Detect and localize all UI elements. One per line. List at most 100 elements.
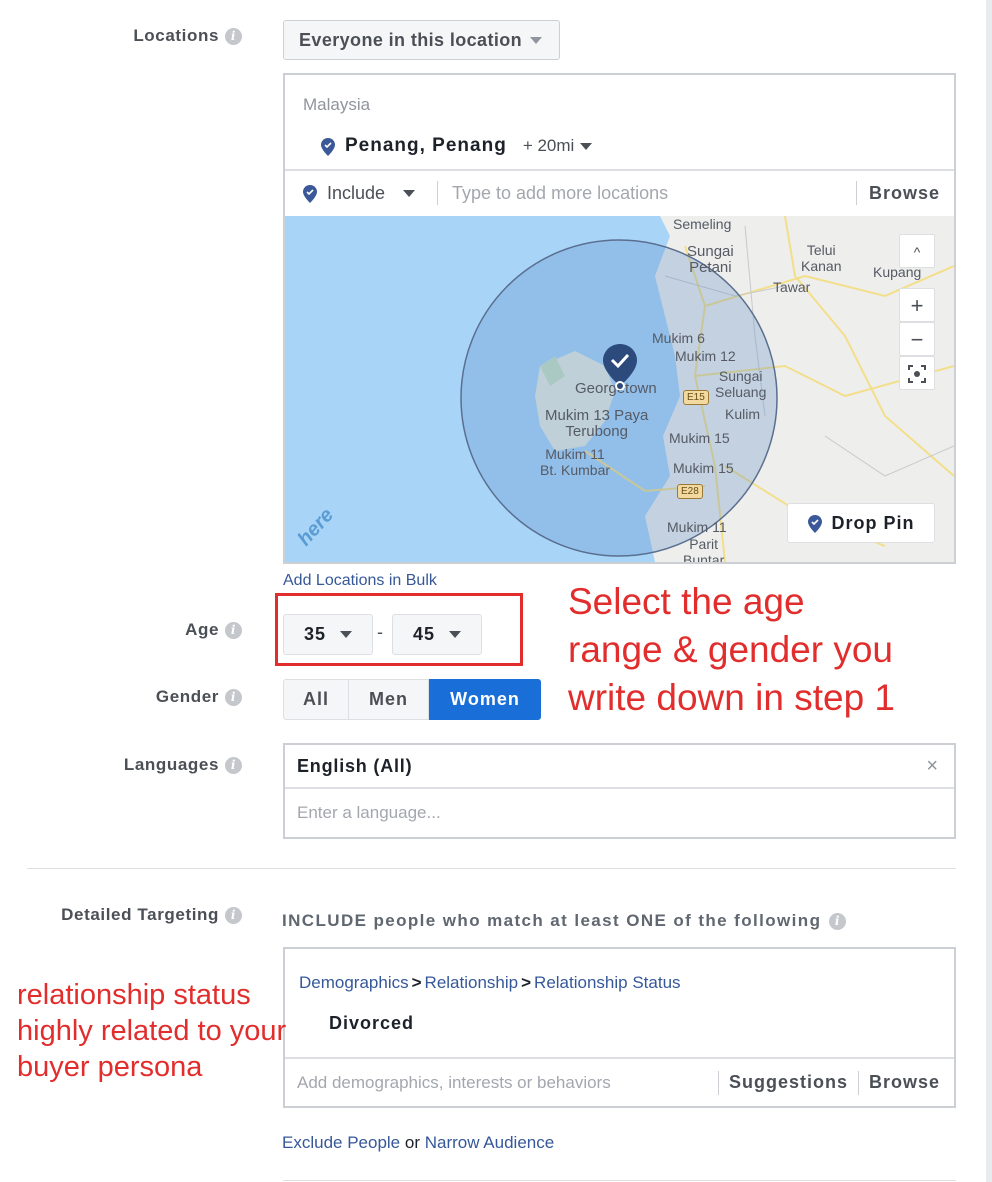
include-mode-value: Include (327, 182, 386, 203)
road-shield: E15 (683, 390, 709, 405)
include-heading-text: INCLUDE people who match at least ONE of… (282, 911, 822, 930)
location-pin-icon (303, 184, 317, 203)
exclude-narrow-links: Exclude People or Narrow Audience (282, 1133, 554, 1153)
chevron-down-icon (580, 142, 593, 150)
breadcrumb-item[interactable]: Demographics (299, 973, 409, 992)
map-label: Semeling (673, 216, 732, 232)
age-label-text: Age (185, 620, 219, 639)
gender-label: Gender i (156, 687, 242, 707)
targeting-search-input[interactable] (285, 1072, 718, 1093)
map-label: Telui Kanan (801, 242, 842, 274)
detailed-targeting-label: Detailed Targeting i (61, 905, 242, 925)
map-label: Mukim 15 (669, 430, 730, 446)
location-pin-icon (807, 514, 822, 533)
map-marker-icon[interactable] (603, 344, 637, 390)
annotation-age-gender: Select the age range & gender you write … (568, 578, 895, 722)
map-label: Mukim 6 (652, 330, 705, 346)
zoom-out-button[interactable]: − (899, 322, 935, 356)
close-icon[interactable]: × (926, 755, 938, 778)
drop-pin-label: Drop Pin (831, 512, 915, 533)
language-name: English (All) (297, 755, 413, 776)
map-label: Tawar (773, 279, 811, 295)
suggestions-button[interactable]: Suggestions (719, 1072, 858, 1093)
detailed-targeting-box: Demographics > Relationship > Relationship S… (283, 947, 956, 1108)
map-label: Sungai Seluang (715, 368, 767, 400)
annotation-highlight-box (275, 593, 523, 666)
or-text: or (404, 1133, 420, 1152)
location-name: Penang, Penang (345, 135, 507, 156)
languages-label: Languages i (124, 755, 242, 775)
info-icon[interactable]: i (225, 688, 242, 706)
annotation-line: highly related to your (17, 1015, 287, 1047)
include-heading: INCLUDE people who match at least ONE of… (282, 911, 847, 931)
drop-pin-button[interactable]: Drop Pin (787, 503, 935, 543)
location-box: Malaysia Penang, Penang + 20mi Include B… (283, 73, 956, 564)
map-label: Mukim 15 (673, 460, 734, 476)
zoom-in-button[interactable]: + (899, 288, 935, 322)
map-label: Sungai Petani (687, 243, 734, 276)
location-country: Malaysia (303, 95, 371, 114)
narrow-audience-link[interactable]: Narrow Audience (425, 1133, 554, 1152)
annotation-line: buyer persona (17, 1051, 203, 1083)
languages-box: English (All) × (283, 743, 956, 839)
map-label: Mukim 12 (675, 348, 736, 364)
language-input[interactable] (285, 789, 954, 837)
map-label: Parit Buntar (683, 536, 725, 562)
include-dropdown[interactable]: Include (285, 183, 437, 204)
location-search-input[interactable] (438, 182, 856, 204)
gender-men-button[interactable]: Men (349, 679, 429, 720)
breadcrumb-separator: > (411, 973, 422, 992)
info-icon[interactable]: i (225, 906, 242, 924)
radius-dropdown[interactable]: + 20mi (523, 136, 593, 156)
map-label: Mukim 11 Bt. Kumbar (540, 446, 611, 478)
locations-label-text: Locations (133, 26, 219, 45)
annotation-line: write down in step 1 (568, 677, 896, 718)
info-icon[interactable]: i (829, 912, 847, 930)
section-divider (283, 1180, 956, 1181)
location-map[interactable]: Semeling Sungai Petani Telui Kanan Kupang … (285, 216, 954, 562)
gender-all-button[interactable]: All (283, 679, 349, 720)
chevron-down-icon (530, 36, 543, 44)
recenter-icon (908, 365, 926, 383)
breadcrumb: Demographics > Relationship > Relationship S… (299, 973, 681, 993)
chevron-down-icon (403, 189, 416, 197)
targeting-item[interactable]: Divorced (329, 1013, 414, 1034)
location-pin-icon (321, 137, 335, 156)
info-icon[interactable]: i (225, 756, 242, 774)
browse-locations-button[interactable]: Browse (857, 183, 954, 204)
selected-location: Penang, Penang + 20mi (321, 135, 593, 157)
add-locations-bulk-link[interactable]: Add Locations in Bulk (283, 572, 437, 590)
info-icon[interactable]: i (225, 621, 242, 639)
recenter-button[interactable] (899, 356, 935, 390)
include-row: Include Browse (285, 169, 954, 215)
scrollbar-track[interactable] (986, 0, 992, 1182)
language-token: English (All) × (285, 745, 954, 789)
browse-targeting-button[interactable]: Browse (859, 1072, 954, 1093)
location-scope-dropdown[interactable]: Everyone in this location (283, 20, 560, 60)
targeting-input-row: Suggestions Browse (285, 1057, 954, 1106)
annotation-line: range & gender you (568, 629, 894, 670)
breadcrumb-item[interactable]: Relationship Status (534, 973, 680, 992)
annotation-relationship: relationship status highly related to yo… (17, 977, 286, 1085)
location-scope-value: Everyone in this location (299, 29, 523, 50)
info-icon[interactable]: i (225, 27, 242, 45)
road-shield: E28 (677, 484, 703, 499)
breadcrumb-separator: > (521, 973, 532, 992)
map-label: Mukim 11 (667, 519, 727, 535)
age-label: Age i (185, 620, 242, 640)
radius-value: + 20mi (522, 136, 575, 155)
languages-label-text: Languages (123, 755, 219, 774)
gender-women-button[interactable]: Women (429, 679, 541, 720)
gender-label-text: Gender (155, 687, 219, 706)
breadcrumb-item[interactable]: Relationship (425, 973, 519, 992)
exclude-people-link[interactable]: Exclude People (282, 1133, 400, 1152)
gender-segmented-control: All Men Women (283, 679, 541, 720)
detailed-targeting-label-text: Detailed Targeting (61, 905, 219, 924)
section-divider (27, 868, 956, 869)
map-label: Mukim 13 Paya Terubong (545, 407, 649, 440)
locations-label: Locations i (133, 26, 242, 46)
map-collapse-button[interactable]: ^ (899, 234, 935, 268)
annotation-line: Select the age (568, 581, 805, 622)
map-label: Kulim (725, 406, 761, 422)
annotation-line: relationship status (17, 979, 251, 1011)
